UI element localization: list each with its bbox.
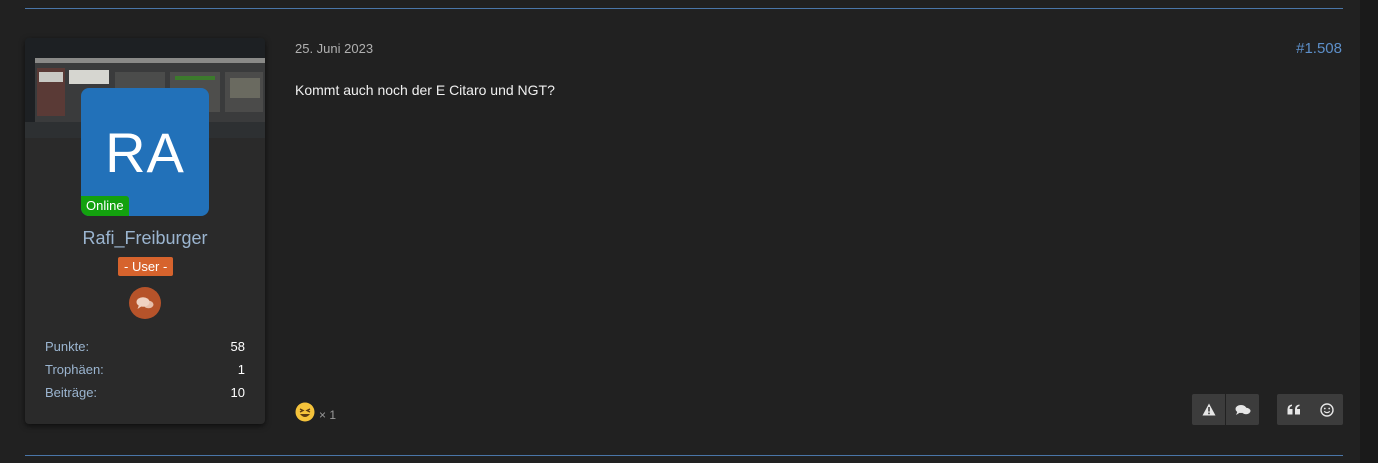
post-message: Kommt auch noch der E Citaro und NGT? [295,82,555,98]
top-divider [25,8,1343,9]
stat-label[interactable]: Punkte: [45,338,89,361]
reply-button[interactable] [1226,394,1259,425]
stat-row-posts: Beiträge: 10 [45,384,245,407]
laughing-emoji-icon [295,402,315,427]
stat-label[interactable]: Beiträge: [45,384,97,407]
reaction-summary[interactable]: × 1 [295,402,336,427]
warning-icon [1202,403,1215,416]
scrollbar-gap [1346,0,1360,463]
reaction-count: × 1 [319,407,337,422]
quote-icon [1287,404,1300,415]
stat-row-trophies: Trophäen: 1 [45,361,245,384]
online-badge: Online [81,196,129,216]
user-rank-badge: - User - [118,257,174,276]
post-date[interactable]: 25. Juni 2023 [295,41,373,56]
stat-value: 1 [237,362,245,377]
scrollbar[interactable] [1360,0,1378,463]
react-button[interactable] [1310,394,1343,425]
stat-row-points: Punkte: 58 [45,338,245,361]
report-button[interactable] [1192,394,1225,425]
comments-icon [1235,404,1250,415]
user-stats: Punkte: 58 Trophäen: 1 Beiträge: 10 [45,338,245,407]
quote-button[interactable] [1277,394,1310,425]
stat-label[interactable]: Trophäen: [45,361,104,384]
chat-bubbles-icon [129,287,161,319]
bottom-divider [25,455,1343,456]
user-sidebar: RA Online Rafi_Freiburger - User - Punkt… [25,38,265,424]
stat-value: 58 [230,339,245,354]
username-link[interactable]: Rafi_Freiburger [25,228,265,249]
avatar-initials: RA [105,120,185,184]
post-permalink[interactable]: #1.508 [1296,40,1342,57]
stat-value: 10 [230,385,245,400]
smiley-icon [1319,402,1334,417]
